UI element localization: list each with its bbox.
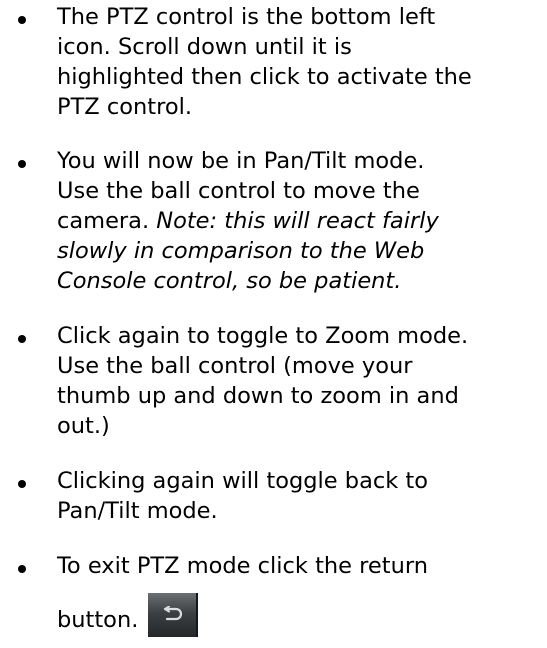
note-text: Note: this will react fairly <box>156 208 439 234</box>
text-line: camera. Note: this will react fairly <box>57 206 547 236</box>
text-line: icon. Scroll down until it is <box>57 34 352 60</box>
list-item-text: Click again to toggle to Zoom mode. Use … <box>57 321 547 441</box>
text-line: Click again to toggle to Zoom mode. <box>57 323 469 349</box>
note-text: slowly in comparison to the Web <box>57 238 425 264</box>
text-line: button. <box>57 593 547 637</box>
text-line: out.) <box>57 413 110 439</box>
bullet-point <box>18 565 26 573</box>
list-item-text: You will now be in Pan/Tilt mode. Use th… <box>57 146 547 296</box>
text-line: thumb up and down to zoom in and <box>57 383 459 409</box>
text-line: To exit PTZ mode click the return <box>57 553 428 579</box>
bullet-point <box>18 480 26 488</box>
bullet-point <box>18 160 26 168</box>
return-button-image <box>148 593 199 637</box>
list-item-text: Clicking again will toggle back to Pan/T… <box>57 466 547 526</box>
text-line: Use the ball control (move your <box>57 353 413 379</box>
note-text: Console control, so be patient. <box>57 268 402 294</box>
bullet-point <box>18 335 26 343</box>
plain-text: camera. <box>57 208 157 234</box>
list-item-text: To exit PTZ mode click the return button… <box>57 551 547 637</box>
text-line: highlighted then click to activate the <box>57 64 472 90</box>
plain-text: button. <box>57 607 139 633</box>
text-line: The PTZ control is the bottom left <box>57 4 436 30</box>
list-item-text: The PTZ control is the bottom left icon.… <box>57 2 547 122</box>
bullet-point <box>18 16 26 24</box>
text-line: Use the ball control to move the <box>57 178 420 204</box>
text-line: You will now be in Pan/Tilt mode. <box>57 148 425 174</box>
text-line: Pan/Tilt mode. <box>57 498 218 524</box>
text-line: PTZ control. <box>57 94 193 120</box>
text-line: Clicking again will toggle back to <box>57 468 428 494</box>
return-arrow-icon <box>164 606 183 621</box>
